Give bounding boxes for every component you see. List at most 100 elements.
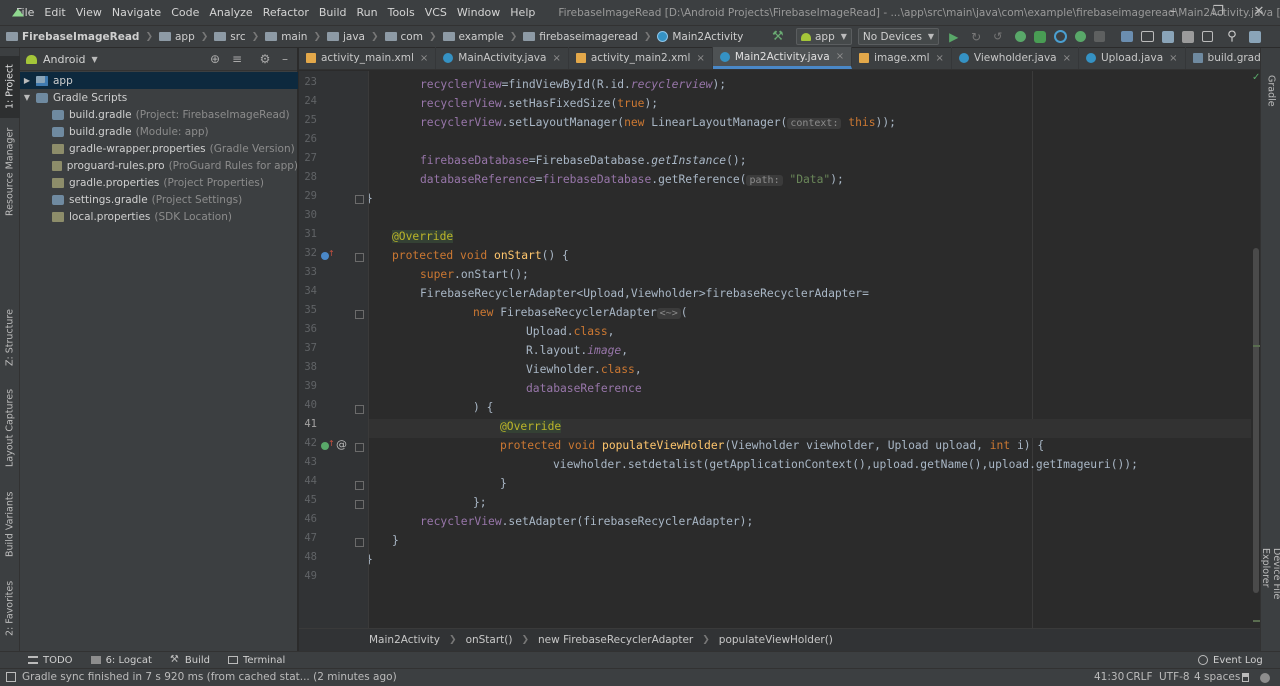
code-line-31[interactable]: @Override <box>392 227 454 246</box>
nav-crumb-project[interactable]: FirebaseImageRead ❯ <box>6 31 153 43</box>
fold-icon[interactable] <box>355 195 364 204</box>
fold-icon[interactable] <box>355 443 364 452</box>
code-line-34[interactable]: FirebaseRecyclerAdapter<Upload,Viewholde… <box>420 284 869 303</box>
tree-item-gradle-scripts[interactable]: ▼ Gradle Scripts <box>20 89 298 106</box>
close-tab-icon[interactable]: × <box>1169 53 1177 64</box>
hammer-icon[interactable]: ⚒ <box>772 29 786 44</box>
code-line-47[interactable]: } <box>392 531 399 550</box>
tool-tab-todo[interactable]: TODO <box>28 655 73 666</box>
nav-crumb-src[interactable]: src ❯ <box>214 31 259 43</box>
close-icon[interactable]: ✕ <box>1238 0 1280 25</box>
tool-tab-resource-manager[interactable]: Resource Manager <box>0 124 20 220</box>
collapse-all-icon[interactable]: ≡ <box>230 52 244 66</box>
editor-gutter[interactable]: 23 24 25 26 27 28 29 30 31 32 33 34 35 3… <box>299 71 381 628</box>
gear-icon[interactable]: ⚙ <box>258 52 272 66</box>
tab-main2-activity-java[interactable]: Main2Activity.java × <box>712 47 853 69</box>
code-line-23[interactable]: recyclerView=findViewById(R.id.recyclerv… <box>420 75 726 94</box>
run-config-select[interactable]: app ▼ <box>796 28 852 45</box>
tool-tab-structure[interactable]: Z: Structure <box>0 304 20 372</box>
attach-debugger-icon[interactable] <box>1075 31 1087 42</box>
run-icon[interactable]: ▶ <box>949 30 963 44</box>
breadcrumb-method[interactable]: onStart() <box>466 634 513 646</box>
tool-tab-gradle[interactable]: Gradle <box>1261 66 1280 116</box>
breadcrumb-anonymous-class[interactable]: new FirebaseRecyclerAdapter <box>538 634 693 646</box>
tree-item-build-gradle-project[interactable]: build.gradle (Project: FirebaseImageRead… <box>20 106 298 123</box>
status-message[interactable]: Gradle sync finished in 7 s 920 ms (from… <box>22 671 397 683</box>
code-line-38[interactable]: Viewholder.class, <box>526 360 642 379</box>
indent-setting[interactable]: 4 spaces <box>1194 671 1240 683</box>
vcs-icon[interactable] <box>1249 30 1262 43</box>
fold-icon[interactable] <box>355 538 364 547</box>
tool-tab-build-variants[interactable]: Build Variants <box>0 484 20 564</box>
debug-icon[interactable] <box>1015 31 1027 42</box>
nav-crumb-java[interactable]: java ❯ <box>326 31 379 43</box>
device-select[interactable]: No Devices ▼ <box>857 28 940 45</box>
code-line-36[interactable]: Upload.class, <box>526 322 614 341</box>
code-line-48[interactable]: } <box>369 550 373 569</box>
nav-crumb-class[interactable]: Main2Activity <box>657 31 743 43</box>
at-sign-icon[interactable]: @ <box>336 438 347 451</box>
menu-view[interactable]: View <box>71 0 107 25</box>
sdk-manager-icon[interactable] <box>1162 30 1175 43</box>
error-stripe-mark[interactable] <box>1253 620 1260 622</box>
tab-viewholder-java[interactable]: Viewholder.java × <box>952 47 1079 69</box>
tree-item-gradle-wrapper[interactable]: gradle-wrapper.properties (Gradle Versio… <box>20 140 298 157</box>
project-view-selector[interactable]: Android ▼ <box>20 48 297 71</box>
search-icon[interactable]: ⚲ <box>1227 29 1241 44</box>
tree-item-settings-gradle[interactable]: settings.gradle (Project Settings) <box>20 191 298 208</box>
restore-icon[interactable]: ❐ <box>1197 0 1239 25</box>
menu-navigate[interactable]: Navigate <box>107 0 166 25</box>
coverage-icon[interactable] <box>1034 30 1047 43</box>
close-tab-icon[interactable]: × <box>696 53 704 64</box>
code-line-44[interactable]: } <box>500 474 507 493</box>
close-tab-icon[interactable]: × <box>420 53 428 64</box>
menu-window[interactable]: Window <box>452 0 505 25</box>
close-tab-icon[interactable]: × <box>552 53 560 64</box>
nav-crumb-com[interactable]: com ❯ <box>384 31 437 43</box>
fold-icon[interactable] <box>355 253 364 262</box>
breadcrumb-class[interactable]: Main2Activity <box>369 634 440 646</box>
tab-main-activity-java[interactable]: MainActivity.java × <box>436 47 569 69</box>
code-line-39[interactable]: databaseReference <box>526 379 642 398</box>
code-line-25[interactable]: recyclerView.setLayoutManager(new Linear… <box>420 113 896 132</box>
code-line-41[interactable]: @Override <box>500 417 562 436</box>
tab-image-xml[interactable]: image.xml × <box>852 47 952 69</box>
collapse-arrow-icon[interactable]: ▼ <box>22 93 32 102</box>
tool-tab-project[interactable]: 1: Project <box>0 56 20 118</box>
tool-tab-build[interactable]: ⚒ Build <box>170 655 210 666</box>
code-line-46[interactable]: recyclerView.setAdapter(firebaseRecycler… <box>420 512 753 531</box>
error-stripe-mark[interactable] <box>1253 345 1260 347</box>
avd-manager-icon[interactable] <box>1141 31 1155 42</box>
rerun-icon[interactable]: ↻ <box>971 30 985 44</box>
close-tab-icon[interactable]: × <box>1063 53 1071 64</box>
menu-build[interactable]: Build <box>314 0 352 25</box>
tool-tab-logcat[interactable]: 6: Logcat <box>90 655 152 666</box>
folded-type-hint[interactable]: <~> <box>656 308 681 319</box>
menu-run[interactable]: Run <box>352 0 383 25</box>
tree-item-proguard[interactable]: proguard-rules.pro (ProGuard Rules for a… <box>20 157 298 174</box>
close-tab-icon[interactable]: × <box>935 53 943 64</box>
code-line-24[interactable]: recyclerView.setHasFixedSize(true); <box>420 94 658 113</box>
menu-edit[interactable]: Edit <box>39 0 70 25</box>
menu-vcs[interactable]: VCS <box>420 0 452 25</box>
code-line-42[interactable]: protected void populateViewHolder(Viewho… <box>500 436 1044 455</box>
locate-icon[interactable]: ⊕ <box>208 52 222 66</box>
caret-position[interactable]: 41:30 <box>1094 671 1124 683</box>
tab-upload-java[interactable]: Upload.java × <box>1079 47 1186 69</box>
code-line-40[interactable]: ) { <box>473 398 493 417</box>
code-editor[interactable]: recyclerView=findViewById(R.id.recyclerv… <box>369 71 1251 628</box>
menu-tools[interactable]: Tools <box>383 0 420 25</box>
minimize-icon[interactable]: – <box>1152 0 1194 25</box>
stop-icon[interactable] <box>1094 31 1106 42</box>
project-structure-icon[interactable] <box>1202 31 1214 42</box>
code-line-35[interactable]: new FirebaseRecyclerAdapter <~>( <box>473 303 688 322</box>
menu-analyze[interactable]: Analyze <box>204 0 257 25</box>
tree-item-gradle-properties[interactable]: gradle.properties (Project Properties) <box>20 174 298 191</box>
tree-item-local-properties[interactable]: local.properties (SDK Location) <box>20 208 298 225</box>
code-line-45[interactable]: }; <box>473 493 487 512</box>
apply-changes-icon[interactable]: ↺ <box>993 30 1007 44</box>
layout-inspector-icon[interactable] <box>1182 30 1195 43</box>
menu-help[interactable]: Help <box>505 0 540 25</box>
code-line-32[interactable]: protected void onStart() { <box>392 246 569 265</box>
nav-crumb-package[interactable]: firebaseimageread ❯ <box>523 31 651 43</box>
